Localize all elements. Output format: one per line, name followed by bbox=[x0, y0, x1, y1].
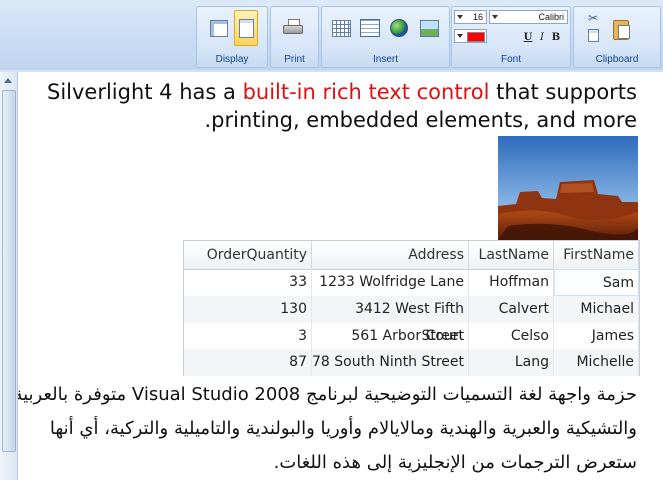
ribbon-group-font: 16 Calibri U I B Font bbox=[451, 6, 571, 68]
cell-lastname[interactable]: Hoffman bbox=[469, 269, 554, 296]
ribbon-group-clipboard: ✂ Clipboard bbox=[573, 6, 661, 68]
group-label-display: Display bbox=[215, 54, 249, 65]
table-row[interactable]: James Celso 561 Arbor Court 3 bbox=[184, 323, 639, 350]
cell-firstname[interactable]: Michael bbox=[554, 296, 639, 323]
desert-landscape-image bbox=[498, 136, 638, 240]
print-button[interactable] bbox=[282, 15, 304, 41]
font-name-select[interactable]: Calibri bbox=[489, 10, 568, 24]
intro-paragraph: Silverlight 4 has a built-in rich text c… bbox=[37, 78, 637, 134]
scroll-up-icon[interactable] bbox=[4, 78, 12, 83]
cell-orderquantity[interactable]: 3 bbox=[198, 323, 312, 350]
intro-highlight: built-in rich text control bbox=[242, 80, 490, 104]
font-color-swatch bbox=[467, 32, 485, 42]
cell-address[interactable]: 1233 Wolfridge Lane bbox=[312, 269, 469, 296]
table-row[interactable]: Michelle Lang 78 South Ninth Street 87 bbox=[184, 349, 639, 376]
ribbon: Display Print Insert 16 Calibri U I B Fo… bbox=[0, 0, 663, 71]
image-icon bbox=[419, 19, 439, 37]
cell-address[interactable]: 561 Arbor Court bbox=[312, 323, 469, 350]
ribbon-group-insert: Insert bbox=[321, 6, 450, 68]
header-lastname[interactable]: LastName bbox=[469, 241, 554, 269]
header-orderquantity[interactable]: OrderQuantity bbox=[198, 241, 312, 269]
table-row[interactable]: Sam Hoffman 1233 Wolfridge Lane 33 bbox=[184, 269, 639, 296]
paste-button[interactable] bbox=[610, 13, 632, 43]
copy-icon bbox=[587, 28, 599, 42]
cell-orderquantity[interactable]: 33 bbox=[198, 269, 312, 296]
vertical-scrollbar[interactable] bbox=[0, 72, 18, 480]
insert-image-button[interactable] bbox=[418, 15, 440, 41]
globe-link-icon bbox=[390, 19, 408, 37]
underline-button[interactable]: U bbox=[522, 31, 534, 44]
font-size-select[interactable]: 16 bbox=[454, 10, 487, 24]
cell-firstname[interactable]: Sam bbox=[554, 269, 639, 296]
cell-lastname[interactable]: Lang bbox=[469, 349, 554, 376]
embedded-desert-photo bbox=[498, 136, 638, 240]
table-row[interactable]: Michael Calvert 3412 West Fifth Street 1… bbox=[184, 296, 639, 344]
ribbon-group-display: Display bbox=[196, 6, 268, 68]
ribbon-blank-area bbox=[3, 3, 191, 67]
cell-orderquantity[interactable]: 87 bbox=[198, 349, 312, 376]
copy-button[interactable] bbox=[582, 27, 604, 43]
chevron-down-icon bbox=[457, 15, 463, 19]
printer-icon bbox=[283, 19, 303, 37]
orders-datagrid[interactable]: FirstName LastName Address OrderQuantity… bbox=[183, 240, 640, 376]
cell-address[interactable]: 3412 West Fifth Street bbox=[312, 296, 469, 344]
group-label-insert: Insert bbox=[372, 54, 398, 65]
cell-lastname[interactable]: Calvert bbox=[469, 296, 554, 323]
scrollbar-thumb[interactable] bbox=[2, 90, 16, 452]
intro-text-start: Silverlight 4 has a bbox=[46, 80, 243, 104]
document-view-icon bbox=[210, 19, 228, 37]
group-label-font: Font bbox=[500, 54, 521, 65]
ribbon-group-print: Print bbox=[270, 6, 319, 68]
insert-hyperlink-button[interactable] bbox=[388, 15, 410, 41]
page-icon bbox=[238, 18, 254, 38]
cell-lastname[interactable]: Celso bbox=[469, 323, 554, 350]
insert-table-button[interactable] bbox=[330, 15, 352, 41]
font-color-select[interactable] bbox=[454, 29, 487, 43]
font-size-value: 16 bbox=[472, 12, 483, 22]
chevron-down-icon bbox=[492, 15, 498, 19]
cell-orderquantity[interactable]: 130 bbox=[198, 296, 312, 323]
italic-button[interactable]: I bbox=[536, 31, 548, 44]
chevron-down-icon bbox=[457, 34, 463, 38]
group-label-clipboard: Clipboard bbox=[595, 54, 639, 65]
bold-button[interactable]: B bbox=[550, 31, 562, 44]
group-label-print: Print bbox=[284, 54, 305, 65]
rich-text-area[interactable]: Silverlight 4 has a built-in rich text c… bbox=[18, 72, 663, 480]
paste-icon bbox=[613, 18, 630, 40]
datagrid-header: FirstName LastName Address OrderQuantity bbox=[184, 241, 639, 270]
header-firstname[interactable]: FirstName bbox=[554, 241, 639, 269]
cut-button[interactable]: ✂ bbox=[582, 10, 604, 26]
table-icon bbox=[331, 19, 351, 37]
arabic-paragraph: حزمة واجهة لغة التسميات التوضيحية لبرنام… bbox=[18, 384, 637, 473]
insert-datagrid-button[interactable] bbox=[359, 15, 381, 41]
datagrid-icon bbox=[360, 19, 380, 37]
display-normal-button[interactable] bbox=[208, 15, 230, 41]
cell-firstname[interactable]: Michelle bbox=[554, 349, 639, 376]
cell-address[interactable]: 78 South Ninth Street bbox=[312, 349, 469, 376]
font-name-value: Calibri bbox=[538, 12, 564, 22]
scissors-icon: ✂ bbox=[587, 11, 599, 25]
header-address[interactable]: Address bbox=[312, 241, 469, 269]
cell-firstname[interactable]: James bbox=[554, 323, 639, 350]
display-page-button[interactable] bbox=[234, 10, 258, 46]
